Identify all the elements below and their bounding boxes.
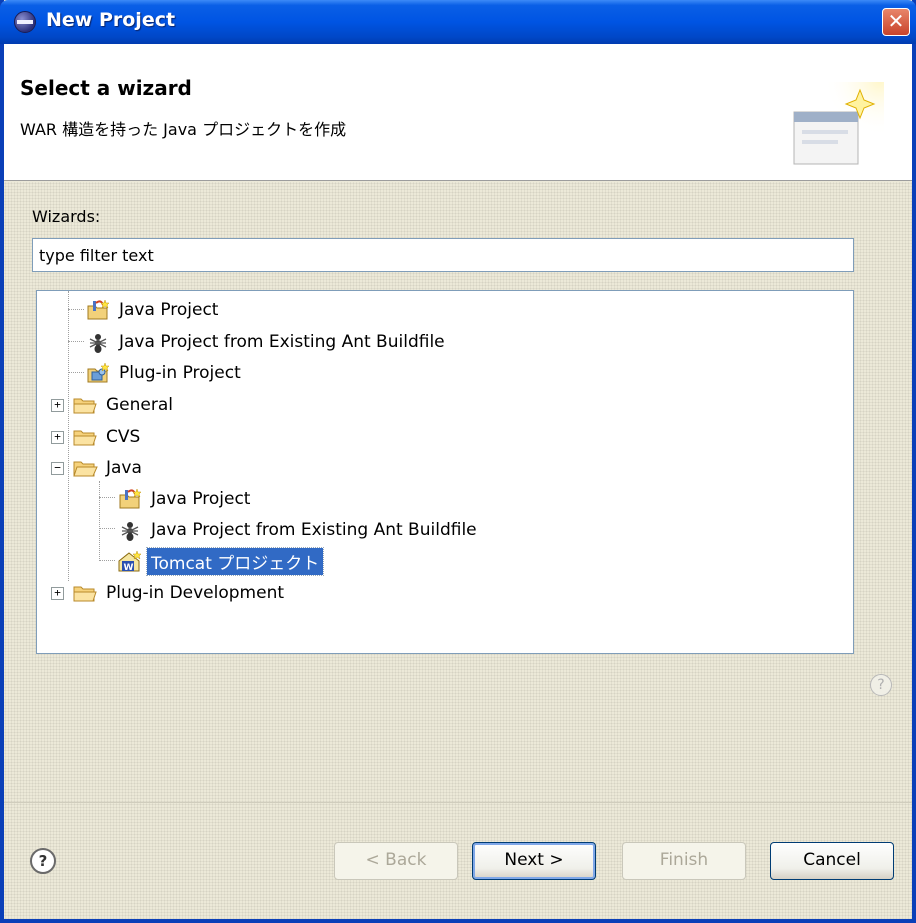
folder-icon (73, 586, 97, 602)
tree-item-label: CVS (106, 427, 141, 447)
expand-icon[interactable]: + (51, 398, 64, 412)
tree-item-cvs[interactable]: + CVS (51, 422, 144, 452)
wizard-content: Wizards: Java Project (4, 182, 912, 919)
tree-item-label: Plug-in Development (106, 583, 285, 603)
tree-connector (99, 528, 115, 529)
folder-icon (73, 398, 97, 414)
ant-icon (89, 334, 107, 353)
tree-connector (99, 560, 115, 561)
tree-connector (68, 309, 84, 310)
tree-item-label: Java Project from Existing Ant Buildfile (119, 332, 445, 352)
eclipse-icon (14, 11, 36, 33)
tree-connector (68, 341, 84, 342)
finish-button[interactable]: Finish (622, 842, 746, 880)
tree-connector (99, 497, 115, 498)
context-help-icon[interactable]: ? (870, 674, 892, 696)
cancel-button[interactable]: Cancel (770, 842, 894, 880)
java-project-icon (119, 488, 142, 509)
next-button[interactable]: Next > (472, 842, 596, 880)
filter-input[interactable] (32, 238, 854, 272)
help-button[interactable]: ? (30, 848, 56, 874)
ant-icon (121, 522, 139, 541)
wizard-tree[interactable]: Java Project Java Project from Existing … (36, 290, 854, 654)
page-title: Select a wizard (20, 76, 192, 100)
tree-item-label: Tomcat プロジェクト (145, 546, 325, 576)
tree-item-java[interactable]: − Java (51, 453, 146, 483)
tree-item-label: Java (106, 458, 142, 478)
wizard-header: Select a wizard WAR 構造を持った Java プロジェクトを作… (4, 44, 912, 181)
collapse-icon[interactable]: − (51, 461, 64, 475)
tree-item-label: Java Project (151, 489, 251, 509)
tree-item-label: General (106, 395, 173, 415)
expand-icon[interactable]: + (51, 430, 64, 444)
page-description: WAR 構造を持った Java プロジェクトを作成 (20, 120, 347, 139)
java-project-icon (87, 299, 110, 320)
expand-icon[interactable]: + (51, 586, 64, 600)
tree-item-label: Plug-in Project (119, 363, 241, 383)
tree-item-java-ant[interactable]: Java Project from Existing Ant Buildfile (85, 327, 449, 357)
wizards-label: Wizards: (32, 207, 101, 226)
plugin-project-icon (87, 362, 110, 383)
new-project-dialog: New Project ✕ Select a wizard WAR 構造を持った… (0, 0, 916, 923)
tree-item-general[interactable]: + General (51, 390, 177, 420)
folder-open-icon (73, 461, 98, 477)
tree-item-tomcat-project[interactable]: W Tomcat プロジェクト (117, 546, 325, 576)
tree-item-java-project[interactable]: Java Project (85, 295, 222, 325)
tree-item-java-ant-child[interactable]: Java Project from Existing Ant Buildfile (117, 515, 481, 545)
title-bar[interactable]: New Project ✕ (0, 0, 916, 44)
tree-connector (68, 372, 84, 373)
window-title: New Project (46, 9, 176, 31)
tree-item-java-project-child[interactable]: Java Project (117, 484, 254, 514)
back-button[interactable]: < Back (334, 842, 458, 880)
tree-item-label: Java Project (119, 300, 219, 320)
folder-icon (73, 430, 97, 446)
tree-connector (99, 481, 100, 561)
close-button[interactable]: ✕ (882, 8, 910, 36)
tree-item-plugin-project[interactable]: Plug-in Project (85, 358, 245, 388)
tree-item-plugin-development[interactable]: + Plug-in Development (51, 578, 288, 608)
footer-divider (4, 802, 912, 803)
wizard-banner-icon (793, 82, 884, 165)
svg-text:W: W (124, 563, 134, 573)
tree-item-label: Java Project from Existing Ant Buildfile (151, 520, 477, 540)
tomcat-project-icon: W (118, 550, 142, 573)
